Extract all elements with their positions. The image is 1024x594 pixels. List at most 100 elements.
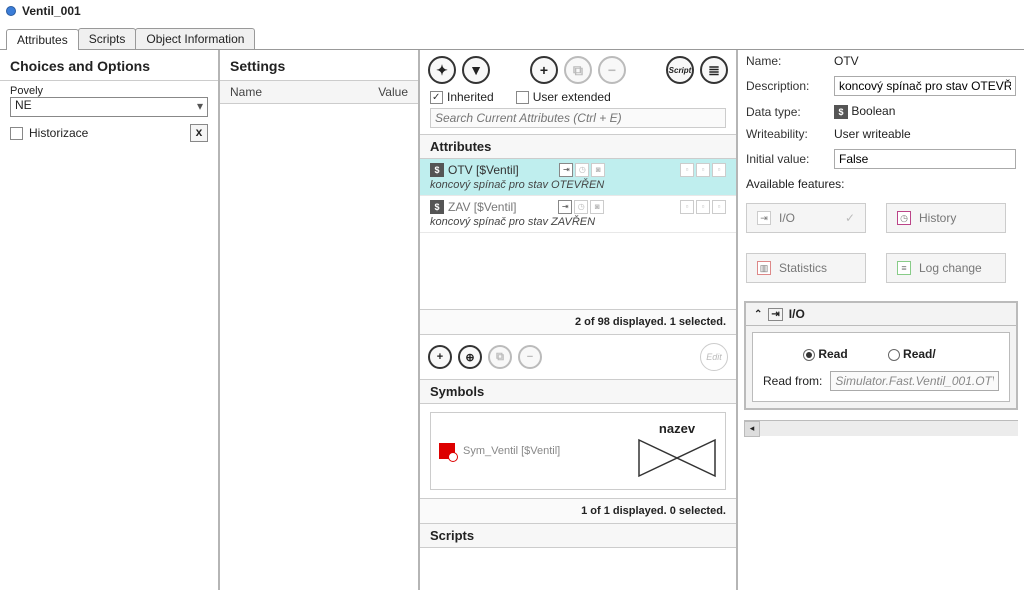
list-icon[interactable]: ≣ bbox=[700, 56, 728, 84]
settings-columns: Name Value bbox=[220, 81, 418, 104]
inherited-label: Inherited bbox=[447, 90, 494, 104]
io-icon: ⇥ bbox=[757, 211, 771, 225]
stat3-icon: ▫ bbox=[712, 200, 726, 214]
window-titlebar: Ventil_001 bbox=[0, 0, 1024, 20]
symbol-edit-button: Edit bbox=[700, 343, 728, 371]
filter-icon[interactable]: ▼ bbox=[462, 56, 490, 84]
scripts-header: Scripts bbox=[420, 523, 736, 548]
add-button[interactable]: + bbox=[530, 56, 558, 84]
symbol-add-special-button[interactable]: ⊕ bbox=[458, 345, 482, 369]
user-extended-checkbox[interactable] bbox=[516, 91, 529, 104]
historizace-clear-button[interactable]: x bbox=[190, 124, 208, 142]
symbol-status: 1 of 1 displayed. 0 selected. bbox=[420, 498, 736, 523]
io-badge-icon: ⇥ bbox=[559, 163, 573, 177]
description-input[interactable] bbox=[834, 76, 1016, 96]
settings-col-name: Name bbox=[230, 85, 378, 99]
attr-desc: koncový spínač pro stav OTEVŘEN bbox=[430, 177, 726, 193]
boolean-type-icon: $ bbox=[430, 163, 444, 177]
history-badge-icon: ◷ bbox=[575, 163, 589, 177]
symbol-add-button[interactable]: + bbox=[428, 345, 452, 369]
io-section: ⌃ ⇥ I/O Read Read/ Read from: bbox=[744, 301, 1018, 410]
symbols-header: Symbols bbox=[420, 380, 736, 404]
settings-col-value: Value bbox=[378, 85, 408, 99]
attr-status: 2 of 98 displayed. 1 selected. bbox=[420, 309, 736, 334]
search-input[interactable] bbox=[430, 108, 726, 128]
duplicate-button: ⧉ bbox=[564, 56, 592, 84]
details-panel: Name: OTV Description: Data type: $ Bool… bbox=[738, 50, 1024, 590]
initial-value-input[interactable] bbox=[834, 149, 1016, 169]
datatype-label: Data type: bbox=[746, 105, 826, 119]
inherited-checkbox[interactable] bbox=[430, 91, 443, 104]
valve-preview: nazev bbox=[637, 421, 717, 481]
symbols-toolbar: + ⊕ ⧉ − Edit bbox=[420, 334, 736, 380]
io-section-icon: ⇥ bbox=[768, 308, 782, 321]
datatype-value: $ Boolean bbox=[834, 104, 1016, 119]
choices-panel: Choices and Options Povely NE Historizac… bbox=[0, 50, 220, 590]
script-icon[interactable]: Script bbox=[666, 56, 694, 84]
boolean-type-icon: $ bbox=[430, 200, 444, 214]
available-features-label: Available features: bbox=[746, 177, 845, 191]
wand-icon[interactable]: ✦ bbox=[428, 56, 456, 84]
attribute-row-otv[interactable]: $ OTV [$Ventil] ⇥ ◷ ◙ ▫ ▫ ▫ koncový spín… bbox=[420, 159, 736, 196]
stat2-icon: ▫ bbox=[696, 200, 710, 214]
attributes-header: Attributes bbox=[420, 134, 736, 159]
stat3-icon: ▫ bbox=[712, 163, 726, 177]
writeability-label: Writeability: bbox=[746, 127, 826, 141]
feature-statistics-button[interactable]: ▥Statistics bbox=[746, 253, 866, 283]
initial-value-label: Initial value: bbox=[746, 152, 826, 166]
symbol-icon bbox=[439, 443, 455, 459]
symbol-item[interactable]: Sym_Ventil [$Ventil] nazev bbox=[430, 412, 726, 490]
attr-name: ZAV [$Ventil] bbox=[448, 200, 516, 214]
valve-label: nazev bbox=[637, 421, 717, 436]
attr-name: OTV [$Ventil] bbox=[448, 163, 519, 177]
statistics-icon: ▥ bbox=[757, 261, 771, 275]
name-value: OTV bbox=[834, 54, 1016, 68]
readfrom-label: Read from: bbox=[763, 374, 822, 388]
attr-toolbar: ✦ ▼ + ⧉ − Script ≣ bbox=[420, 50, 736, 90]
name-label: Name: bbox=[746, 54, 826, 68]
writeability-value: User writeable bbox=[834, 127, 1016, 141]
remove-button: − bbox=[598, 56, 626, 84]
historizace-checkbox[interactable] bbox=[10, 127, 23, 140]
io-badge-icon: ⇥ bbox=[558, 200, 572, 214]
povely-select[interactable]: NE bbox=[10, 97, 208, 117]
log-icon: ≡ bbox=[897, 261, 911, 275]
expand-icon: ⌃ bbox=[754, 309, 762, 320]
radio-read[interactable]: Read bbox=[803, 347, 848, 361]
description-label: Description: bbox=[746, 79, 826, 93]
tab-object-info[interactable]: Object Information bbox=[135, 28, 255, 49]
camera-badge-icon: ◙ bbox=[590, 200, 604, 214]
symbol-remove-button: − bbox=[518, 345, 542, 369]
history-icon: ◷ bbox=[897, 211, 911, 225]
boolean-type-icon: $ bbox=[834, 105, 848, 119]
attribute-row-zav[interactable]: $ ZAV [$Ventil] ⇥ ◷ ◙ ▫ ▫ ▫ koncový spín… bbox=[420, 196, 736, 233]
stat1-icon: ▫ bbox=[680, 163, 694, 177]
attr-desc: koncový spínač pro stav ZAVŘEN bbox=[430, 214, 726, 230]
povely-label: Povely bbox=[10, 85, 208, 97]
io-section-header[interactable]: ⌃ ⇥ I/O bbox=[746, 303, 1016, 326]
horizontal-scrollbar[interactable]: ◂ bbox=[744, 420, 1018, 436]
attribute-panel: ✦ ▼ + ⧉ − Script ≣ Inherited User extend… bbox=[420, 50, 738, 590]
window-title: Ventil_001 bbox=[22, 4, 81, 18]
choices-title: Choices and Options bbox=[0, 50, 218, 81]
radio-readwrite[interactable]: Read/ bbox=[888, 347, 936, 361]
symbol-duplicate-button: ⧉ bbox=[488, 345, 512, 369]
settings-title: Settings bbox=[220, 50, 418, 81]
camera-badge-icon: ◙ bbox=[591, 163, 605, 177]
scroll-left-icon[interactable]: ◂ bbox=[744, 421, 760, 437]
user-extended-label: User extended bbox=[533, 90, 611, 104]
settings-panel: Settings Name Value bbox=[220, 50, 420, 590]
app-icon bbox=[6, 6, 16, 16]
symbol-name: Sym_Ventil [$Ventil] bbox=[463, 445, 560, 457]
tab-attributes[interactable]: Attributes bbox=[6, 29, 79, 50]
feature-logchange-button[interactable]: ≡Log change bbox=[886, 253, 1006, 283]
history-badge-icon: ◷ bbox=[574, 200, 588, 214]
tab-scripts[interactable]: Scripts bbox=[78, 28, 137, 49]
stat1-icon: ▫ bbox=[680, 200, 694, 214]
readfrom-input[interactable] bbox=[830, 371, 999, 391]
main-tabs: Attributes Scripts Object Information bbox=[0, 28, 1024, 50]
historizace-label: Historizace bbox=[23, 126, 190, 140]
feature-io-button[interactable]: ⇥I/O✓ bbox=[746, 203, 866, 233]
stat2-icon: ▫ bbox=[696, 163, 710, 177]
feature-history-button[interactable]: ◷History bbox=[886, 203, 1006, 233]
